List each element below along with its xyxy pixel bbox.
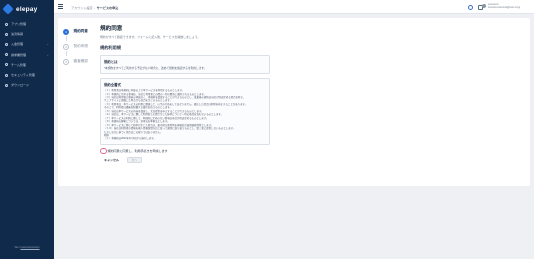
user-menu[interactable]: xxxxxxxxx xxxxxxxxxxxxxxxx@xxxx.co.jp [482, 3, 521, 10]
step-connector [66, 36, 67, 41]
terms-line: （１）本規約は2022年4月1日から施行します。 [104, 137, 156, 141]
notice-title: 規約とは [104, 60, 118, 64]
help-icon[interactable] [468, 4, 473, 10]
sidebar-nav: アプリ管理 決済情報 入金管理 ⌄ 請求書管理 ⌄ チーム管理 セキュリティ管理… [0, 19, 54, 90]
agree-checkbox[interactable] [100, 147, 107, 155]
terms-list: （１）利用者は本規約に同意の上で本サービスを利用するものとします。 （２）本規約に… [104, 89, 266, 141]
topbar: アカウント設定 › サービスの申込 xxxxxxxxx xxxxxxxxxxxxxx… [54, 0, 534, 14]
sidebar: elepay アプリ管理 決済情報 入金管理 ⌄ 請求書管理 ⌄ チーム管理 セ… [0, 0, 54, 259]
step-label: 契約申請 [73, 44, 88, 48]
next-button[interactable]: 次へ [127, 157, 143, 164]
payment-icon [5, 32, 8, 36]
sidebar-item-security[interactable]: セキュリティ管理 [0, 70, 54, 80]
notice-box: 規約とは *本規約をすべてご利用する予定がない場合に、改めて規約を確認するを利用… [100, 55, 270, 75]
app-icon [5, 22, 8, 26]
breadcrumb: アカウント設定 › サービスの申込 [71, 5, 118, 10]
deposit-icon [5, 42, 8, 46]
version-text: Ver.x [14, 246, 20, 249]
invoice-icon [5, 53, 8, 57]
step-label: 規約同意 [73, 29, 88, 33]
page-title: 規約同意 [100, 26, 123, 32]
notice-text: *本規約をすべてご利用する予定がない場合に、改めて規約を確認するを利用します。 [104, 66, 207, 70]
section-title: 規約利用規 [100, 45, 121, 50]
step-number: 3 [63, 58, 69, 65]
sidebar-item-download[interactable]: ダウンロード [0, 80, 54, 90]
sidebar-item-label: アプリ管理 [11, 22, 27, 27]
breadcrumb-item-account[interactable]: アカウント設定 [71, 6, 93, 10]
step-number: 2 [63, 43, 69, 50]
terms-box[interactable]: 規約全書式 （１）利用者は本規約に同意の上で本サービスを利用するものとします。（… [100, 78, 270, 145]
agree-label: 規約同意に同意し、利用手続きを申請します [107, 149, 168, 154]
team-icon [5, 63, 8, 67]
main-content: 規約同意 規約がすべて確認できます。フォームに記入後、サービスを開始しましょう。… [100, 24, 520, 164]
stepper: 1 規約同意 2 契約申請 3 審査確認 [63, 24, 88, 69]
sidebar-item-label: 入金管理 [11, 42, 24, 47]
elepay-logo-icon [2, 3, 14, 15]
breadcrumb-separator: › [94, 6, 96, 10]
step-terms: 1 規約同意 [63, 24, 88, 39]
menu-icon[interactable] [58, 4, 63, 9]
sidebar-footer: Ver.x xxxxxxxxxxxxxxxx [0, 246, 54, 249]
avatar [482, 4, 486, 8]
sidebar-item-label: セキュリティ管理 [11, 73, 35, 78]
shield-icon [5, 73, 8, 77]
page-subtitle: 規約がすべて確認できます。フォームに記入後、サービスを開始しましょう。 [100, 35, 201, 39]
agree-row[interactable]: 規約同意に同意し、利用手続きを申請します [100, 147, 520, 155]
sidebar-item-label: チーム管理 [11, 62, 26, 67]
logo[interactable]: elepay [0, 0, 54, 15]
chevron-down-icon: ⌄ [46, 42, 49, 47]
step-review: 3 審査確認 [63, 54, 88, 69]
step-label: 審査確認 [73, 59, 88, 63]
breadcrumb-item-current: サービスの申込 [96, 6, 119, 10]
sidebar-item-team[interactable]: チーム管理 [0, 60, 54, 70]
cancel-button[interactable]: キャンセル [100, 157, 123, 163]
terms-title: 規約全書式 [104, 83, 121, 88]
content-card: 1 規約同意 2 契約申請 3 審査確認 規約同意 規約がすべて確認できます。フ… [58, 18, 530, 186]
action-buttons: キャンセル 次へ [100, 157, 520, 164]
user-email: xxxxxxxxxxxxxxxx@xxxx.co.jp [488, 6, 521, 10]
sidebar-item-invoices[interactable]: 請求書管理 ⌄ [0, 50, 54, 60]
download-icon [5, 83, 8, 87]
step-connector [66, 51, 67, 56]
sidebar-item-label: 決済情報 [11, 32, 24, 37]
sidebar-item-deposits[interactable]: 入金管理 ⌄ [0, 39, 54, 49]
sidebar-item-label: 請求書管理 [11, 52, 27, 57]
footer-link[interactable]: xxxxxxxxxxxxxxxx [20, 246, 39, 249]
sidebar-item-payments[interactable]: 決済情報 [0, 29, 54, 39]
sidebar-item-label: ダウンロード [11, 83, 30, 88]
step-number: 1 [63, 28, 69, 35]
logo-text: elepay [16, 5, 38, 13]
chevron-down-icon: ⌄ [46, 52, 49, 57]
sidebar-item-apps[interactable]: アプリ管理 [0, 19, 54, 29]
step-application: 2 契約申請 [63, 39, 88, 54]
